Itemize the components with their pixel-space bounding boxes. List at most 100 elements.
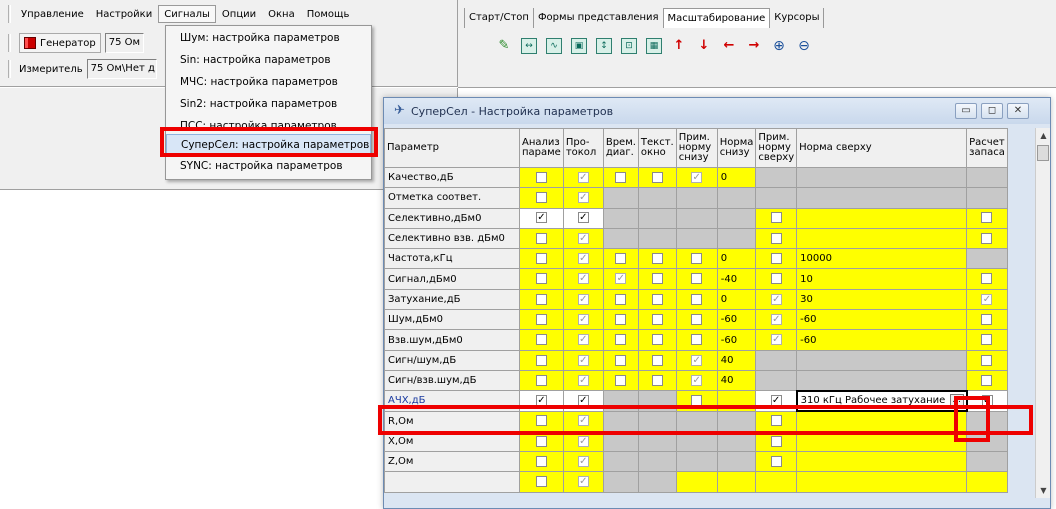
cell-norm-low[interactable]: 0 bbox=[716, 166, 757, 189]
cell-protocol[interactable]: ✓ bbox=[562, 430, 604, 453]
cell-time-diag[interactable]: ✓ bbox=[602, 268, 639, 290]
toolbar-grip[interactable] bbox=[8, 60, 11, 78]
maximize-button[interactable]: ◻ bbox=[981, 103, 1003, 119]
cell-margin[interactable] bbox=[966, 268, 1008, 290]
cell-analysis[interactable] bbox=[519, 451, 564, 473]
param-name[interactable]: Взв.шум,дБм0 bbox=[384, 329, 520, 351]
checkbox[interactable] bbox=[535, 273, 547, 285]
cell-apply-low[interactable] bbox=[675, 309, 718, 331]
checkbox[interactable]: ✓ bbox=[981, 293, 993, 305]
checkbox[interactable] bbox=[981, 374, 993, 386]
checkbox[interactable] bbox=[535, 415, 547, 427]
checkbox[interactable] bbox=[770, 456, 782, 468]
checkbox[interactable] bbox=[691, 293, 703, 305]
cell-norm-high[interactable] bbox=[796, 410, 968, 432]
param-name[interactable]: Селективно взв. дБм0 bbox=[384, 227, 520, 250]
param-name[interactable]: X,Ом bbox=[384, 430, 520, 453]
scroll-up-icon[interactable]: ▲ bbox=[1036, 128, 1051, 143]
cell-apply-low[interactable] bbox=[675, 227, 718, 250]
cell-time-diag[interactable] bbox=[602, 309, 639, 331]
cell-apply-high[interactable]: ✓ bbox=[755, 390, 798, 412]
checkbox[interactable] bbox=[691, 313, 703, 325]
table-row[interactable]: R,Ом ✓ bbox=[384, 410, 1008, 432]
cell-analysis[interactable]: ✓ bbox=[519, 207, 564, 229]
cell-norm-high[interactable] bbox=[796, 471, 968, 493]
arrow-up-icon[interactable]: ↑ bbox=[671, 38, 687, 54]
checkbox[interactable] bbox=[691, 273, 703, 285]
cell-analysis[interactable] bbox=[519, 288, 564, 311]
cell-apply-low[interactable]: ✓ bbox=[675, 369, 718, 392]
cell-norm-high[interactable]: -60 bbox=[796, 329, 968, 351]
checkbox[interactable] bbox=[981, 212, 993, 224]
cell-apply-low[interactable] bbox=[675, 268, 718, 290]
checkbox[interactable]: ✓ bbox=[770, 395, 782, 407]
zoom-in-icon[interactable]: ⊕ bbox=[771, 38, 787, 54]
param-name[interactable]: Селективно,дБм0 bbox=[384, 207, 520, 229]
cell-apply-high[interactable] bbox=[755, 369, 798, 392]
zoom-out-icon[interactable]: ⊖ bbox=[796, 38, 812, 54]
cell-norm-low[interactable] bbox=[716, 207, 757, 229]
cell-protocol[interactable]: ✓ bbox=[562, 410, 604, 432]
param-name[interactable] bbox=[384, 471, 520, 493]
cell-norm-high[interactable]: 10000 bbox=[796, 248, 968, 270]
checkbox[interactable] bbox=[535, 476, 547, 488]
cell-margin[interactable] bbox=[966, 430, 1008, 453]
checkbox[interactable]: ✓ bbox=[577, 395, 589, 407]
cell-time-diag[interactable] bbox=[602, 369, 639, 392]
table-row[interactable]: Качество,дБ ✓ ✓ 0 bbox=[384, 166, 1008, 189]
checkbox[interactable]: ✓ bbox=[577, 192, 589, 204]
cell-text-window[interactable] bbox=[637, 390, 677, 412]
cell-protocol[interactable]: ✓ bbox=[562, 288, 604, 311]
fit-horizontal-icon[interactable]: ↔ bbox=[521, 38, 537, 54]
cell-time-diag[interactable] bbox=[602, 329, 639, 351]
cell-apply-high[interactable]: ✓ bbox=[755, 309, 798, 331]
cell-analysis[interactable] bbox=[519, 471, 564, 493]
table-row[interactable]: Z,Ом ✓ bbox=[384, 451, 1008, 473]
cell-text-window[interactable] bbox=[637, 288, 677, 311]
cell-analysis[interactable]: ✓ bbox=[519, 390, 564, 412]
cell-time-diag[interactable] bbox=[602, 187, 639, 209]
cell-text-window[interactable] bbox=[637, 471, 677, 493]
col-header-analysis[interactable]: Анализ параме bbox=[519, 128, 564, 168]
checkbox[interactable]: ✓ bbox=[770, 293, 782, 305]
checkbox[interactable] bbox=[651, 273, 663, 285]
checkbox[interactable] bbox=[691, 334, 703, 346]
grid-scrollbar[interactable]: ▲ ▼ bbox=[1035, 128, 1050, 498]
cell-margin[interactable] bbox=[966, 187, 1008, 209]
table-row[interactable]: Сигн/шум,дБ ✓ ✓ 40 bbox=[384, 349, 1008, 371]
cell-text-window[interactable] bbox=[637, 349, 677, 371]
param-name[interactable]: Качество,дБ bbox=[384, 166, 520, 189]
tab-display-forms[interactable]: Формы представления bbox=[534, 8, 664, 28]
checkbox[interactable] bbox=[770, 232, 782, 244]
menu-settings[interactable]: Настройки bbox=[90, 5, 158, 23]
arrow-right-icon[interactable]: → bbox=[746, 38, 762, 54]
tab-cursors[interactable]: Курсоры bbox=[770, 8, 825, 28]
fit-box-icon[interactable]: ▣ bbox=[571, 38, 587, 54]
cell-protocol[interactable]: ✓ bbox=[562, 309, 604, 331]
cell-analysis[interactable] bbox=[519, 309, 564, 331]
dropdown-item-sync[interactable]: SYNC: настройка параметров bbox=[166, 156, 371, 177]
menu-control[interactable]: Управление bbox=[15, 5, 90, 23]
cell-norm-low[interactable]: 40 bbox=[716, 349, 757, 371]
cell-protocol[interactable]: ✓ bbox=[562, 207, 604, 229]
col-header-margin[interactable]: Расчет запаса bbox=[966, 128, 1008, 168]
checkbox[interactable]: ✓ bbox=[577, 476, 589, 488]
checkbox[interactable] bbox=[770, 415, 782, 427]
checkbox[interactable] bbox=[615, 354, 627, 366]
arrow-left-icon[interactable]: ← bbox=[721, 38, 737, 54]
menu-options[interactable]: Опции bbox=[216, 5, 262, 23]
cell-time-diag[interactable] bbox=[602, 288, 639, 311]
cell-norm-low[interactable] bbox=[716, 410, 757, 432]
checkbox[interactable]: ✓ bbox=[691, 171, 703, 183]
close-button[interactable]: ✕ bbox=[1007, 103, 1029, 119]
cell-norm-low[interactable] bbox=[716, 471, 757, 493]
cell-time-diag[interactable] bbox=[602, 390, 639, 412]
param-name[interactable]: Сигн/взв.шум,дБ bbox=[384, 369, 520, 392]
checkbox[interactable]: ✓ bbox=[691, 354, 703, 366]
col-header-protocol[interactable]: Про-токол bbox=[562, 128, 604, 168]
cell-protocol[interactable]: ✓ bbox=[562, 329, 604, 351]
cell-apply-low[interactable]: ✓ bbox=[675, 166, 718, 189]
minimize-button[interactable]: ▭ bbox=[955, 103, 977, 119]
cell-protocol[interactable]: ✓ bbox=[562, 227, 604, 250]
cell-analysis[interactable] bbox=[519, 410, 564, 432]
